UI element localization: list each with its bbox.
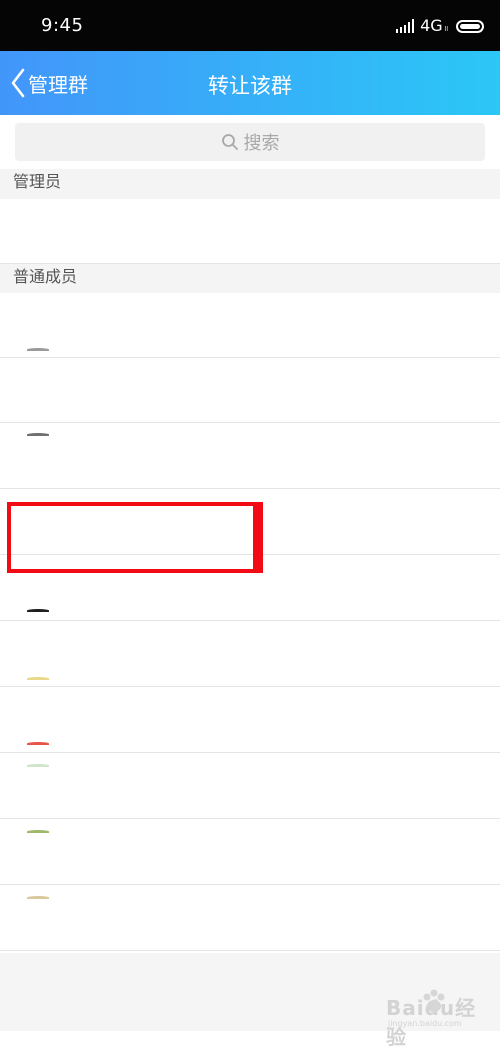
watermark-url: jingyan.baidu.com <box>388 1019 462 1028</box>
avatar <box>27 896 49 899</box>
status-bar: 9:45 4G ll <box>0 0 500 51</box>
member-row[interactable] <box>0 820 500 885</box>
network-sub: ll <box>444 26 448 33</box>
avatar <box>27 764 49 767</box>
page-title: 转让该群 <box>208 74 292 98</box>
admin-row[interactable] <box>0 199 500 264</box>
avatar <box>27 348 49 351</box>
network-type: 4G <box>420 16 443 35</box>
avatar <box>27 609 49 612</box>
avatar <box>27 677 49 680</box>
avatar <box>27 742 49 745</box>
member-row[interactable] <box>0 424 500 489</box>
member-row[interactable] <box>0 886 500 951</box>
search-placeholder: 搜索 <box>243 133 280 154</box>
member-row[interactable] <box>0 688 500 753</box>
signal-icon <box>396 19 415 33</box>
nav-bar: 管理群 转让该群 <box>0 51 500 115</box>
member-row[interactable] <box>0 754 500 819</box>
avatar <box>27 830 49 833</box>
highlight-annotation <box>7 502 263 573</box>
watermark: Baidu经验 jingyan.baidu.com <box>376 986 486 1049</box>
status-icons: 4G ll <box>396 15 484 37</box>
battery-icon <box>456 19 484 33</box>
paw-icon <box>423 989 445 1012</box>
section-header-members: 普通成员 <box>0 264 500 294</box>
search-input[interactable]: 搜索 <box>15 123 485 161</box>
section-header-admins: 管理员 <box>0 169 500 199</box>
avatar <box>27 433 49 436</box>
member-row[interactable] <box>0 293 500 358</box>
member-row[interactable] <box>0 358 500 423</box>
status-time: 9:45 <box>41 15 84 36</box>
search-icon <box>221 134 238 150</box>
member-row[interactable] <box>0 622 500 687</box>
search-section: 搜索 <box>0 115 500 169</box>
